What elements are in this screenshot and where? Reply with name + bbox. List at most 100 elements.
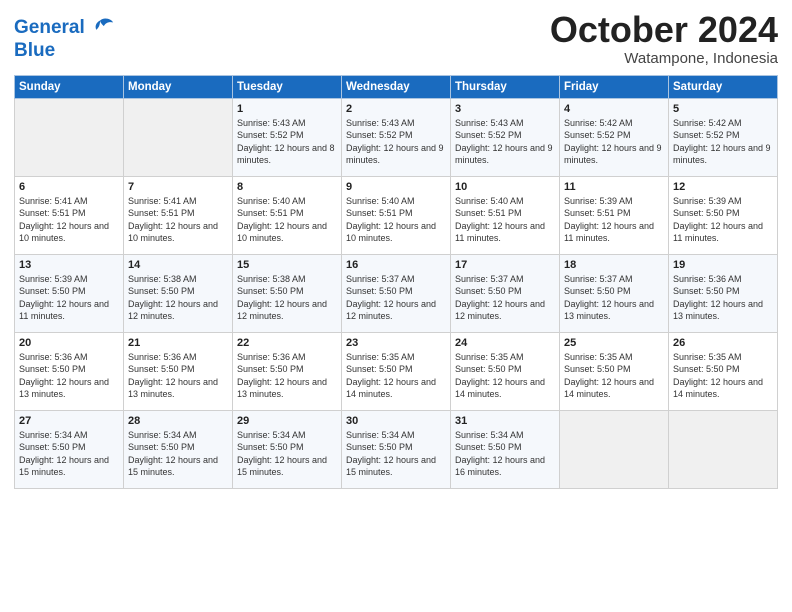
day-number: 27	[19, 415, 119, 427]
calendar-cell: 21 Sunrise: 5:36 AMSunset: 5:50 PMDayligh…	[124, 332, 233, 410]
day-detail: Sunrise: 5:40 AMSunset: 5:51 PMDaylight:…	[455, 195, 555, 245]
day-detail: Sunrise: 5:35 AMSunset: 5:50 PMDaylight:…	[673, 351, 773, 401]
weekday-header-saturday: Saturday	[669, 75, 778, 98]
month-title: October 2024	[550, 10, 778, 50]
day-number: 6	[19, 181, 119, 193]
day-number: 13	[19, 259, 119, 271]
calendar-cell: 16Sunrise: 5:37 AMSunset: 5:50 PMDayligh…	[342, 254, 451, 332]
day-number: 10	[455, 181, 555, 193]
calendar-cell: 18Sunrise: 5:37 AMSunset: 5:50 PMDayligh…	[560, 254, 669, 332]
calendar-cell: 14Sunrise: 5:38 AMSunset: 5:50 PMDayligh…	[124, 254, 233, 332]
day-detail: Sunrise: 5:36 AMSunset: 5:50 PMDaylight:…	[19, 351, 119, 401]
day-number: 17	[455, 259, 555, 271]
day-detail: Sunrise: 5:36 AMSunset: 5:50 PMDaylight:…	[128, 351, 228, 401]
day-number: 15	[237, 259, 337, 271]
day-detail: Sunrise: 5:43 AMSunset: 5:52 PMDaylight:…	[237, 117, 337, 167]
calendar-cell: 8Sunrise: 5:40 AMSunset: 5:51 PMDaylight…	[233, 176, 342, 254]
day-number: 30	[346, 415, 446, 427]
day-detail: Sunrise: 5:39 AMSunset: 5:50 PMDaylight:…	[673, 195, 773, 245]
weekday-header-row: SundayMondayTuesdayWednesdayThursdayFrid…	[15, 75, 778, 98]
calendar-cell: 25 Sunrise: 5:35 AMSunset: 5:50 PMDayligh…	[560, 332, 669, 410]
calendar-cell: 24 Sunrise: 5:35 AMSunset: 5:50 PMDayligh…	[451, 332, 560, 410]
calendar-cell: 28 Sunrise: 5:34 AMSunset: 5:50 PMDayligh…	[124, 410, 233, 488]
day-number: 31	[455, 415, 555, 427]
calendar-cell: 27 Sunrise: 5:34 AMSunset: 5:50 PMDayligh…	[15, 410, 124, 488]
day-detail: Sunrise: 5:34 AMSunset: 5:50 PMDaylight:…	[455, 429, 555, 479]
calendar-cell: 11 Sunrise: 5:39 AMSunset: 5:51 PMDayligh…	[560, 176, 669, 254]
calendar-cell: 15 Sunrise: 5:38 AMSunset: 5:50 PMDayligh…	[233, 254, 342, 332]
day-detail: Sunrise: 5:42 AMSunset: 5:52 PMDaylight:…	[564, 117, 664, 167]
day-number: 25	[564, 337, 664, 349]
header: General Blue October 2024 Watampone, Ind…	[14, 10, 778, 67]
day-detail: Sunrise: 5:34 AMSunset: 5:50 PMDaylight:…	[346, 429, 446, 479]
calendar-cell: 29Sunrise: 5:34 AMSunset: 5:50 PMDayligh…	[233, 410, 342, 488]
day-number: 1	[237, 103, 337, 115]
calendar-cell: 20Sunrise: 5:36 AMSunset: 5:50 PMDayligh…	[15, 332, 124, 410]
calendar-cell: 10 Sunrise: 5:40 AMSunset: 5:51 PMDayligh…	[451, 176, 560, 254]
calendar-cell: 22 Sunrise: 5:36 AMSunset: 5:50 PMDayligh…	[233, 332, 342, 410]
day-number: 22	[237, 337, 337, 349]
day-number: 14	[128, 259, 228, 271]
day-detail: Sunrise: 5:35 AMSunset: 5:50 PMDaylight:…	[564, 351, 664, 401]
weekday-header-monday: Monday	[124, 75, 233, 98]
day-detail: Sunrise: 5:34 AMSunset: 5:50 PMDaylight:…	[19, 429, 119, 479]
day-number: 21	[128, 337, 228, 349]
day-detail: Sunrise: 5:40 AMSunset: 5:51 PMDaylight:…	[346, 195, 446, 245]
day-detail: Sunrise: 5:37 AMSunset: 5:50 PMDaylight:…	[564, 273, 664, 323]
day-detail: Sunrise: 5:35 AMSunset: 5:50 PMDaylight:…	[455, 351, 555, 401]
day-number: 4	[564, 103, 664, 115]
weekday-header-tuesday: Tuesday	[233, 75, 342, 98]
day-number: 2	[346, 103, 446, 115]
day-number: 11	[564, 181, 664, 193]
calendar-cell	[560, 410, 669, 488]
weekday-header-sunday: Sunday	[15, 75, 124, 98]
day-detail: Sunrise: 5:43 AMSunset: 5:52 PMDaylight:…	[455, 117, 555, 167]
calendar-cell: 4 Sunrise: 5:42 AMSunset: 5:52 PMDaylight…	[560, 98, 669, 176]
week-row-3: 13 Sunrise: 5:39 AMSunset: 5:50 PMDayligh…	[15, 254, 778, 332]
day-detail: Sunrise: 5:37 AMSunset: 5:50 PMDaylight:…	[346, 273, 446, 323]
day-detail: Sunrise: 5:34 AMSunset: 5:50 PMDaylight:…	[237, 429, 337, 479]
calendar-cell: 31 Sunrise: 5:34 AMSunset: 5:50 PMDayligh…	[451, 410, 560, 488]
calendar-cell: 30 Sunrise: 5:34 AMSunset: 5:50 PMDayligh…	[342, 410, 451, 488]
day-detail: Sunrise: 5:43 AMSunset: 5:52 PMDaylight:…	[346, 117, 446, 167]
day-number: 5	[673, 103, 773, 115]
logo-general: General	[14, 17, 85, 39]
day-detail: Sunrise: 5:38 AMSunset: 5:50 PMDaylight:…	[237, 273, 337, 323]
calendar-cell: 13 Sunrise: 5:39 AMSunset: 5:50 PMDayligh…	[15, 254, 124, 332]
day-detail: Sunrise: 5:41 AMSunset: 5:51 PMDaylight:…	[19, 195, 119, 245]
calendar-cell: 26Sunrise: 5:35 AMSunset: 5:50 PMDayligh…	[669, 332, 778, 410]
day-detail: Sunrise: 5:41 AMSunset: 5:51 PMDaylight:…	[128, 195, 228, 245]
day-number: 28	[128, 415, 228, 427]
calendar-cell: 12Sunrise: 5:39 AMSunset: 5:50 PMDayligh…	[669, 176, 778, 254]
weekday-header-thursday: Thursday	[451, 75, 560, 98]
location: Watampone, Indonesia	[550, 50, 778, 67]
page-container: General Blue October 2024 Watampone, Ind…	[0, 0, 792, 612]
logo: General Blue	[14, 14, 115, 62]
day-number: 19	[673, 259, 773, 271]
calendar-cell: 2 Sunrise: 5:43 AMSunset: 5:52 PMDaylight…	[342, 98, 451, 176]
calendar-cell	[669, 410, 778, 488]
week-row-2: 6 Sunrise: 5:41 AMSunset: 5:51 PMDaylight…	[15, 176, 778, 254]
day-detail: Sunrise: 5:39 AMSunset: 5:50 PMDaylight:…	[19, 273, 119, 323]
title-section: October 2024 Watampone, Indonesia	[550, 10, 778, 67]
logo-text-block: General Blue	[14, 14, 115, 62]
day-number: 9	[346, 181, 446, 193]
calendar-cell: 9 Sunrise: 5:40 AMSunset: 5:51 PMDaylight…	[342, 176, 451, 254]
day-detail: Sunrise: 5:36 AMSunset: 5:50 PMDaylight:…	[237, 351, 337, 401]
calendar-cell	[15, 98, 124, 176]
day-detail: Sunrise: 5:37 AMSunset: 5:50 PMDaylight:…	[455, 273, 555, 323]
week-row-5: 27 Sunrise: 5:34 AMSunset: 5:50 PMDayligh…	[15, 410, 778, 488]
calendar-cell: 3Sunrise: 5:43 AMSunset: 5:52 PMDaylight…	[451, 98, 560, 176]
day-detail: Sunrise: 5:34 AMSunset: 5:50 PMDaylight:…	[128, 429, 228, 479]
logo-bird-icon	[87, 14, 115, 42]
calendar-cell: 19 Sunrise: 5:36 AMSunset: 5:50 PMDayligh…	[669, 254, 778, 332]
calendar-cell: 7Sunrise: 5:41 AMSunset: 5:51 PMDaylight…	[124, 176, 233, 254]
day-number: 8	[237, 181, 337, 193]
calendar-cell: 17 Sunrise: 5:37 AMSunset: 5:50 PMDayligh…	[451, 254, 560, 332]
week-row-1: 1 Sunrise: 5:43 AMSunset: 5:52 PMDaylight…	[15, 98, 778, 176]
calendar-cell: 23Sunrise: 5:35 AMSunset: 5:50 PMDayligh…	[342, 332, 451, 410]
day-detail: Sunrise: 5:39 AMSunset: 5:51 PMDaylight:…	[564, 195, 664, 245]
day-number: 24	[455, 337, 555, 349]
weekday-header-friday: Friday	[560, 75, 669, 98]
day-detail: Sunrise: 5:36 AMSunset: 5:50 PMDaylight:…	[673, 273, 773, 323]
